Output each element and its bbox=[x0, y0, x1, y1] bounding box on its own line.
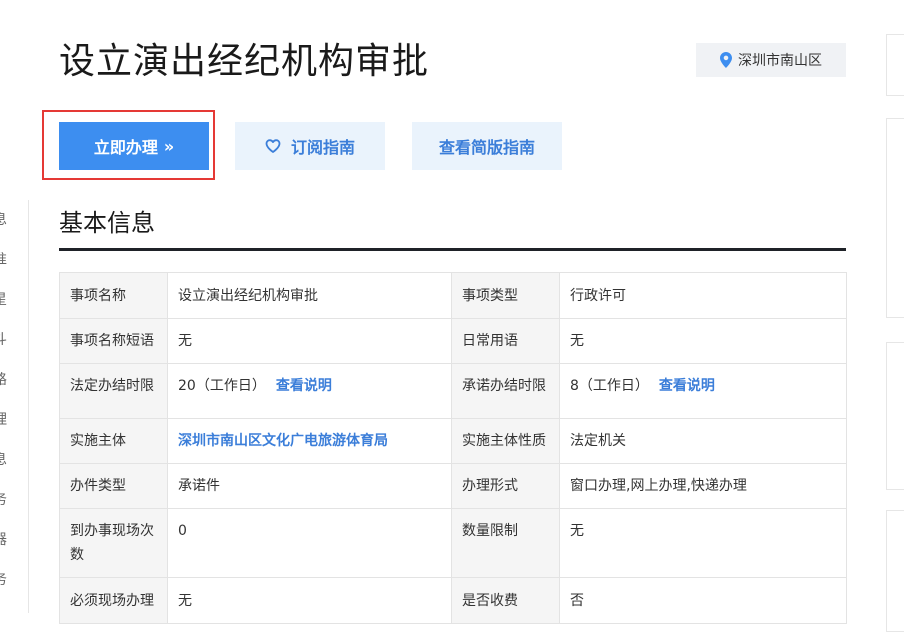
apply-now-button[interactable]: 立即办理 » bbox=[59, 122, 209, 170]
table-value: 8（工作日） 查看说明 bbox=[559, 363, 847, 419]
subscribe-guide-label: 订阅指南 bbox=[290, 138, 355, 157]
table-label: 事项类型 bbox=[451, 272, 560, 319]
table-label: 事项名称短语 bbox=[59, 318, 168, 364]
location-badge[interactable]: 深圳市南山区 bbox=[696, 43, 846, 77]
table-value: 无 bbox=[167, 577, 452, 624]
right-panel-3 bbox=[886, 342, 904, 490]
table-value: 窗口办理,网上办理,快递办理 bbox=[559, 463, 847, 509]
legal-time-limit: 20（工作日） bbox=[178, 378, 266, 394]
location-text: 深圳市南山区 bbox=[738, 53, 822, 69]
left-nav-divider bbox=[28, 200, 29, 613]
location-pin-icon bbox=[720, 52, 732, 68]
table-row: 事项名称短语 无 日常用语 无 bbox=[59, 318, 847, 364]
table-value: 0 bbox=[167, 508, 452, 578]
table-value: 20（工作日） 查看说明 bbox=[167, 363, 452, 419]
table-label: 事项名称 bbox=[59, 272, 168, 319]
table-label: 到办事现场次数 bbox=[59, 508, 168, 578]
table-label: 必须现场办理 bbox=[59, 577, 168, 624]
table-label: 承诺办结时限 bbox=[451, 363, 560, 419]
table-value: 否 bbox=[559, 577, 847, 624]
table-label: 日常用语 bbox=[451, 318, 560, 364]
table-value: 承诺件 bbox=[167, 463, 452, 509]
view-explanation-link[interactable]: 查看说明 bbox=[276, 378, 332, 394]
table-label: 实施主体性质 bbox=[451, 418, 560, 464]
apply-now-label: 立即办理 bbox=[93, 138, 158, 157]
view-explanation-link[interactable]: 查看说明 bbox=[659, 378, 715, 394]
left-nav-item[interactable]: 器 bbox=[0, 532, 7, 548]
section-divider bbox=[59, 248, 846, 251]
table-row: 必须现场办理 无 是否收费 否 bbox=[59, 577, 847, 624]
double-chevron-right-icon: » bbox=[163, 136, 175, 156]
table-value: 深圳市南山区文化广电旅游体育局 bbox=[167, 418, 452, 464]
table-label: 数量限制 bbox=[451, 508, 560, 578]
table-row: 到办事现场次数 0 数量限制 无 bbox=[59, 508, 847, 578]
table-label: 是否收费 bbox=[451, 577, 560, 624]
promised-time-limit: 8（工作日） bbox=[570, 378, 649, 394]
table-row: 实施主体 深圳市南山区文化广电旅游体育局 实施主体性质 法定机关 bbox=[59, 418, 847, 464]
table-value: 行政许可 bbox=[559, 272, 847, 319]
left-nav-item[interactable]: 路 bbox=[0, 372, 7, 388]
table-row: 办件类型 承诺件 办理形式 窗口办理,网上办理,快递办理 bbox=[59, 463, 847, 509]
right-panel-2 bbox=[886, 118, 904, 318]
basic-info-table: 事项名称 设立演出经纪机构审批 事项类型 行政许可 事项名称短语 无 日常用语 … bbox=[59, 272, 847, 624]
left-nav-item[interactable]: 准 bbox=[0, 252, 7, 268]
table-value: 设立演出经纪机构审批 bbox=[167, 272, 452, 319]
left-nav-item[interactable]: 息 bbox=[0, 212, 7, 228]
table-row: 事项名称 设立演出经纪机构审批 事项类型 行政许可 bbox=[59, 272, 847, 319]
left-nav-item[interactable]: 务 bbox=[0, 572, 7, 588]
section-title: 基本信息 bbox=[59, 209, 155, 237]
page-title: 设立演出经纪机构审批 bbox=[59, 41, 430, 82]
left-side-nav: 息 准 星 斗 路 理 息 务 器 务 bbox=[0, 200, 30, 613]
table-label: 法定办结时限 bbox=[59, 363, 168, 419]
table-value: 无 bbox=[559, 508, 847, 578]
table-label: 实施主体 bbox=[59, 418, 168, 464]
subscribe-guide-button[interactable]: 订阅指南 bbox=[235, 122, 385, 170]
left-nav-item[interactable]: 星 bbox=[0, 292, 7, 308]
left-nav-item[interactable]: 斗 bbox=[0, 332, 7, 348]
left-nav-item[interactable]: 务 bbox=[0, 492, 7, 508]
right-panel-1 bbox=[886, 34, 904, 96]
table-value: 无 bbox=[167, 318, 452, 364]
table-label: 办理形式 bbox=[451, 463, 560, 509]
table-value: 无 bbox=[559, 318, 847, 364]
left-nav-item[interactable]: 息 bbox=[0, 452, 7, 468]
view-simple-guide-button[interactable]: 查看简版指南 bbox=[412, 122, 562, 170]
table-value: 法定机关 bbox=[559, 418, 847, 464]
implementing-agency-link[interactable]: 深圳市南山区文化广电旅游体育局 bbox=[178, 433, 388, 449]
table-row: 法定办结时限 20（工作日） 查看说明 承诺办结时限 8（工作日） 查看说明 bbox=[59, 363, 847, 419]
heart-icon bbox=[265, 139, 281, 153]
left-nav-item[interactable]: 理 bbox=[0, 412, 7, 428]
view-simple-guide-label: 查看简版指南 bbox=[438, 138, 535, 157]
table-label: 办件类型 bbox=[59, 463, 168, 509]
right-panel-4 bbox=[886, 510, 904, 632]
